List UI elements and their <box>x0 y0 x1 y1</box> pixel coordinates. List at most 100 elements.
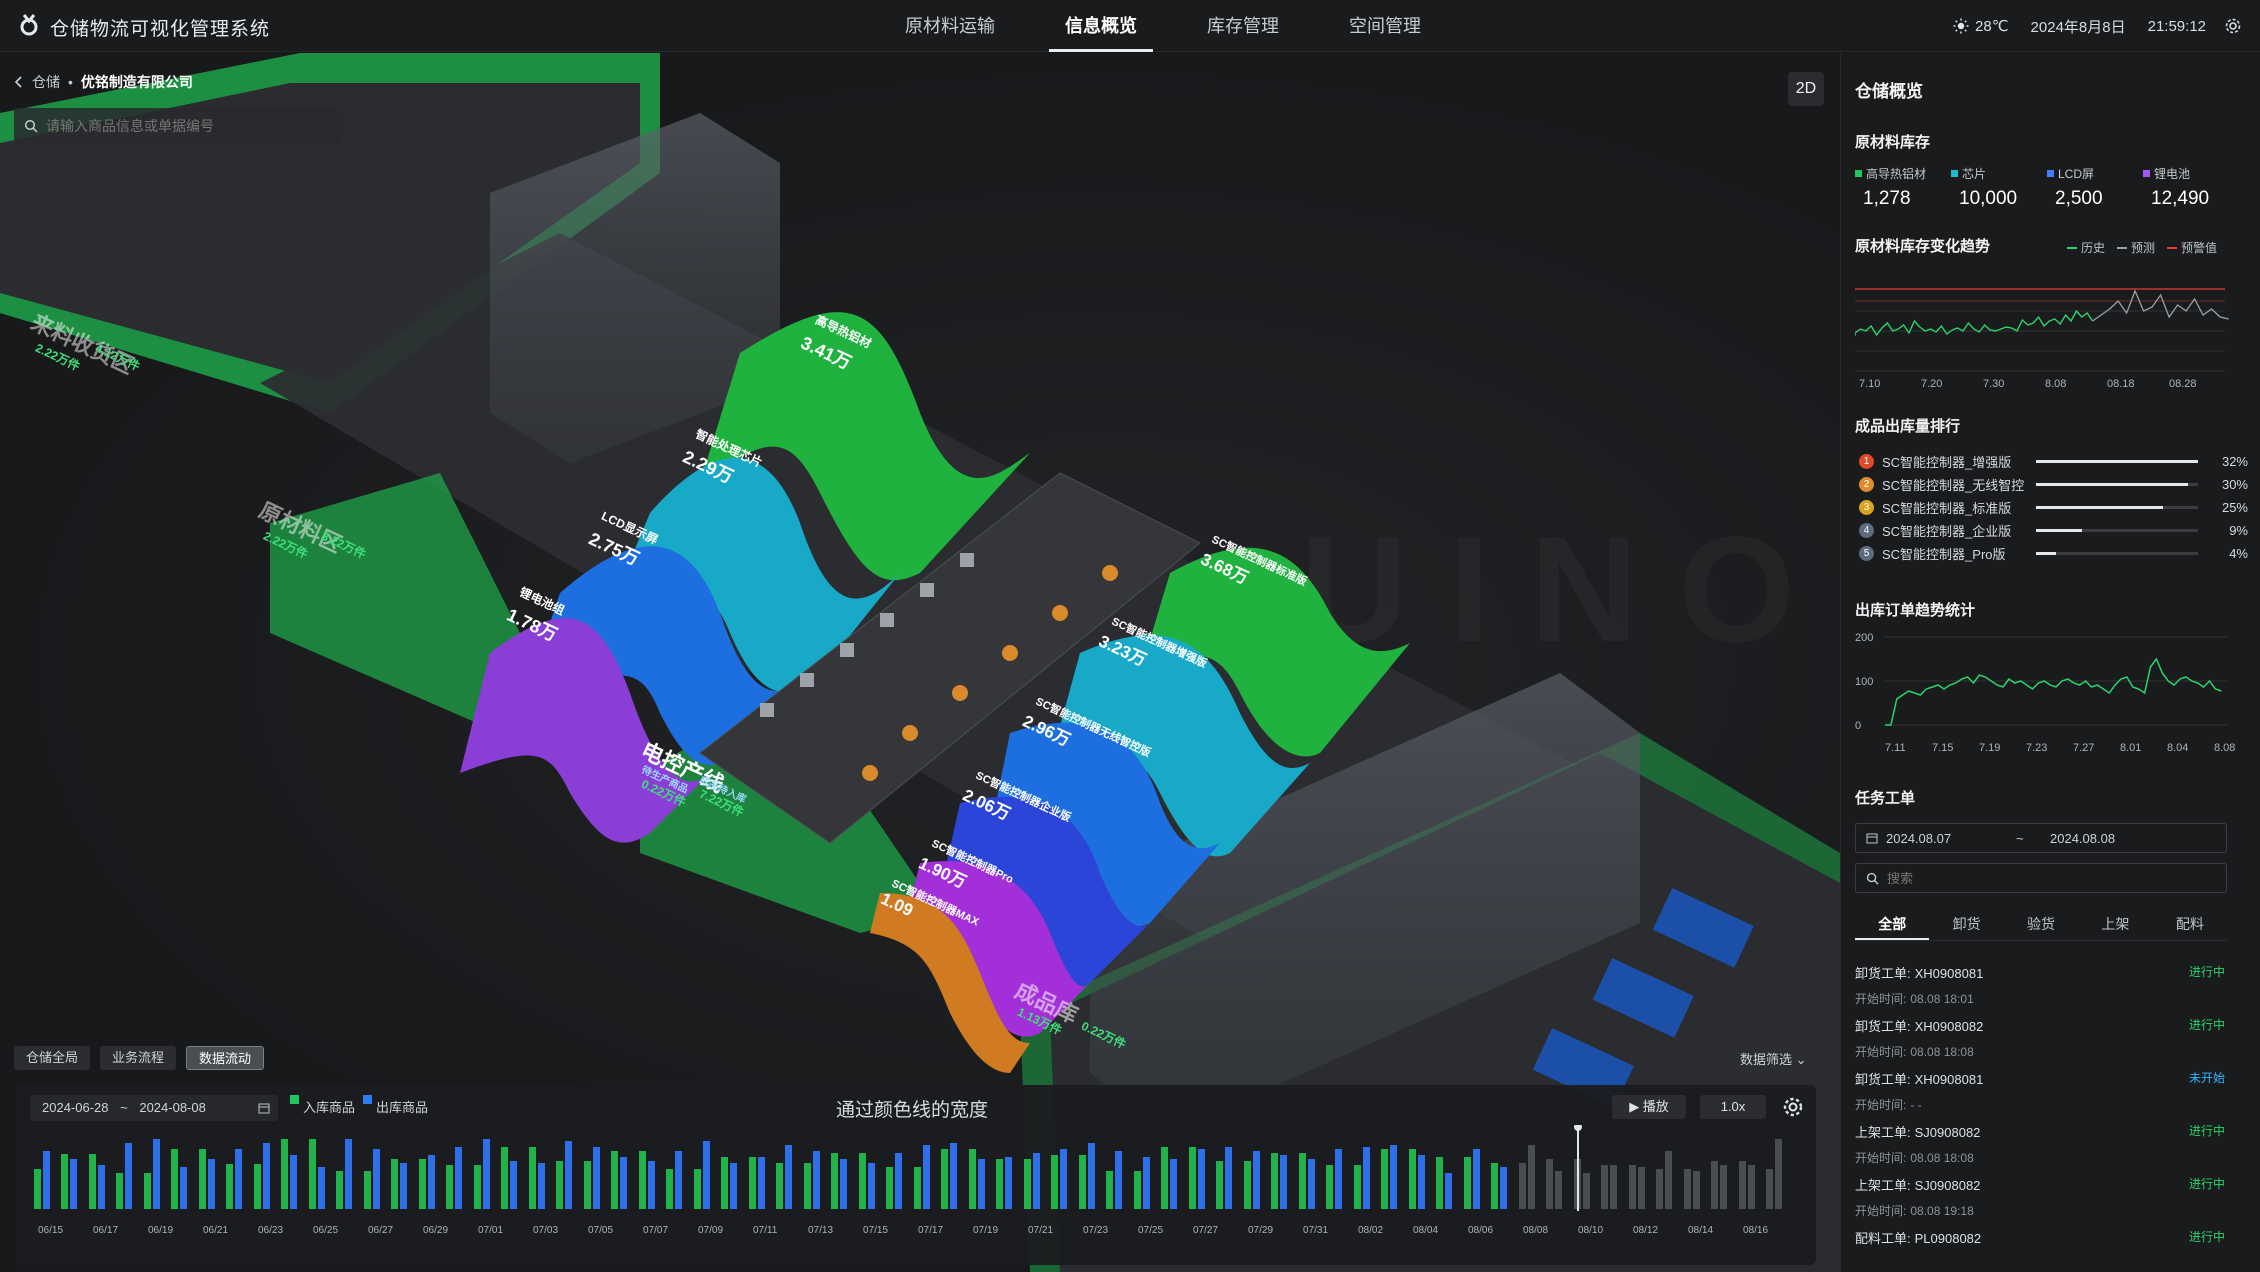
stock-name: 高导热铝材 <box>1866 167 1927 181</box>
rank-title: 成品出库量排行 <box>1855 418 1961 435</box>
order-x-tick: 7.19 <box>1979 742 2000 754</box>
main-nav: 原材料运输 信息概览 库存管理 空间管理 <box>870 0 1456 52</box>
search-icon <box>24 119 38 133</box>
bar-out <box>180 1167 187 1209</box>
rank-number-badge: 2 <box>1859 476 1874 492</box>
task-code: SJ0908082 <box>1914 1125 1981 1140</box>
bar-in <box>1656 1169 1663 1209</box>
rank-bar-fill <box>2036 528 2082 532</box>
bar-in <box>1409 1149 1416 1209</box>
right-panel: 仓储概览 原材料库存 原材料库存变化趋势 历史 预测 预警值 7.10 7.20 7… <box>1840 53 2260 1272</box>
task-item[interactable]: 配料工单: PL0908082 进行中 <box>1855 1228 2227 1272</box>
bar-out <box>813 1151 820 1209</box>
bar-in <box>1189 1147 1196 1209</box>
timeline-x-tick: 06/25 <box>313 1225 338 1236</box>
bar-out <box>1583 1173 1590 1209</box>
trend-title: 原材料库存变化趋势 <box>1855 238 1991 255</box>
bar-out <box>1088 1143 1095 1209</box>
bar-in <box>1244 1161 1251 1209</box>
view-tab-process[interactable]: 业务流程 <box>100 1046 177 1070</box>
settings-gear-icon[interactable] <box>2224 17 2242 35</box>
bar-in <box>144 1173 151 1209</box>
bar-in <box>1436 1157 1443 1209</box>
view-2d-button[interactable]: 2D <box>1788 72 1824 106</box>
task-item[interactable]: 卸货工单: XH0908081 开始时间: - - 未开始 <box>1855 1069 2227 1119</box>
timeline-x-tick: 08/10 <box>1578 1225 1603 1236</box>
bar-out <box>1610 1165 1617 1209</box>
task-date-range[interactable]: 2024.08.07 ~ 2024.08.08 <box>1855 823 2227 853</box>
timeline-x-tick: 07/25 <box>1138 1225 1163 1236</box>
task-status-badge: 进行中 <box>2188 1018 2225 1032</box>
bar-in <box>1216 1161 1223 1209</box>
bar-out <box>1143 1157 1150 1209</box>
rank-row[interactable]: 1 SC智能控制器_增强版 32% <box>1859 450 2251 472</box>
back-chevron-icon[interactable] <box>14 76 24 88</box>
bar-in <box>694 1169 701 1209</box>
bar-in <box>1161 1147 1168 1209</box>
legend-forecast-swatch <box>2117 246 2128 249</box>
bar-in <box>391 1159 398 1209</box>
task-time-label: 开始时间: <box>1855 1045 1907 1059</box>
bar-in <box>776 1163 783 1209</box>
nav-raw-material-transport[interactable]: 原材料运输 <box>889 0 1011 52</box>
task-tab-inspect[interactable]: 验货 <box>2004 911 2078 940</box>
search-bar <box>14 108 342 144</box>
speed-selector[interactable]: 1.0x <box>1700 1095 1766 1119</box>
task-tab-shelve[interactable]: 上架 <box>2078 911 2152 940</box>
rank-row[interactable]: 5 SC智能控制器_Pro版 4% <box>1859 542 2251 564</box>
nav-info-overview[interactable]: 信息概览 <box>1049 0 1153 52</box>
timeline-bar-chart[interactable]: 06/15 06/17 06/19 06/21 06/23 06/25 06/27 06/29… <box>26 1125 1806 1259</box>
task-time-line: 开始时间: 08.08 18:01 <box>1855 990 2227 1007</box>
rank-row[interactable]: 4 SC智能控制器_企业版 9% <box>1859 519 2251 541</box>
history-series-line <box>1855 309 2094 337</box>
timeline-x-tick: 06/19 <box>148 1225 173 1236</box>
bar-out <box>1638 1167 1645 1209</box>
bar-out <box>1720 1165 1727 1209</box>
data-filter-button[interactable]: 数据筛选 ⌄ <box>1730 1048 1817 1072</box>
bar-out <box>565 1141 572 1209</box>
task-item[interactable]: 卸货工单: XH0908081 开始时间: 08.08 18:01 进行中 <box>1855 963 2227 1013</box>
view-tab-global[interactable]: 仓储全局 <box>14 1046 91 1070</box>
legend-history: 历史 <box>2081 241 2106 255</box>
breadcrumb-root[interactable]: 仓储 <box>32 72 60 92</box>
task-item[interactable]: 上架工单: SJ0908082 开始时间: 08.08 19:18 进行中 <box>1855 1175 2227 1225</box>
rank-number-badge: 5 <box>1859 545 1874 561</box>
search-input[interactable] <box>46 118 326 134</box>
nav-space[interactable]: 空间管理 <box>1333 0 1437 52</box>
bar-in <box>666 1169 673 1209</box>
bar-out <box>153 1139 160 1209</box>
task-line: 上架工单: SJ0908082 <box>1855 1175 2227 1194</box>
bar-in <box>749 1157 756 1209</box>
bar-out <box>923 1145 930 1209</box>
task-item[interactable]: 上架工单: SJ0908082 开始时间: 08.08 18:08 进行中 <box>1855 1122 2227 1172</box>
rank-bar <box>2036 482 2198 486</box>
order-series-line <box>1885 657 2222 726</box>
bar-out <box>1170 1159 1177 1209</box>
task-tab-batching[interactable]: 配料 <box>2153 911 2227 940</box>
bar-in <box>226 1164 233 1209</box>
task-item[interactable]: 卸货工单: XH0908082 开始时间: 08.08 18:08 进行中 <box>1855 1016 2227 1066</box>
bar-out <box>1693 1171 1700 1209</box>
bar-in <box>1271 1153 1278 1209</box>
task-search-input[interactable] <box>1887 870 2207 886</box>
stock-swatch <box>1951 170 1958 177</box>
play-button[interactable]: ▶ 播放 <box>1612 1095 1686 1119</box>
rank-row[interactable]: 3 SC智能控制器_标准版 25% <box>1859 496 2251 518</box>
view-tab-dataflow[interactable]: 数据流动 <box>186 1046 265 1070</box>
order-y-tick: 0 <box>1855 720 1861 732</box>
nav-inventory[interactable]: 库存管理 <box>1191 0 1295 52</box>
rank-row[interactable]: 2 SC智能控制器_无线智控 30% <box>1859 473 2251 495</box>
play-icon: ▶ <box>1629 1099 1643 1114</box>
task-tab-all[interactable]: 全部 <box>1855 911 1930 940</box>
task-type: 上架工单: <box>1855 1178 1911 1193</box>
timeline-x-tick: 07/31 <box>1303 1225 1328 1236</box>
timeline-date-range[interactable]: 2024-06-28 ~ 2024-08-08 <box>30 1095 278 1121</box>
bar-in <box>1354 1165 1361 1209</box>
rank-bar <box>2036 459 2198 463</box>
stock-swatch <box>2143 170 2150 177</box>
task-tab-unload[interactable]: 卸货 <box>1929 911 2003 940</box>
timeline-settings-gear-icon[interactable] <box>1782 1096 1804 1118</box>
bar-in <box>364 1171 371 1209</box>
rank-bar-fill <box>2036 482 2188 486</box>
bar-out <box>208 1159 215 1209</box>
